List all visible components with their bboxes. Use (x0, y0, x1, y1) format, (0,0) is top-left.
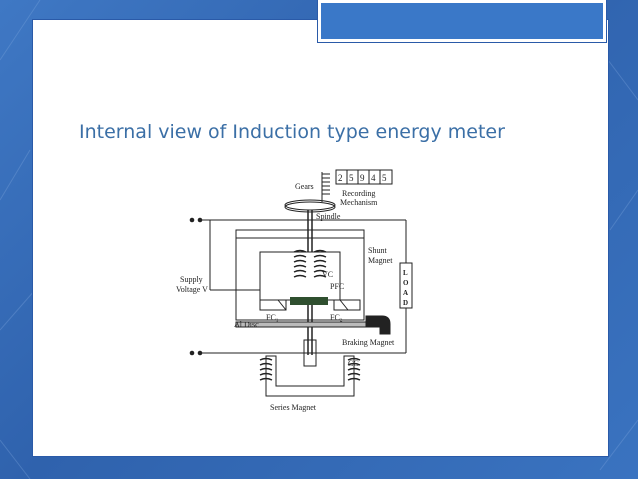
svg-text:A: A (403, 289, 408, 297)
label-gears: Gears (295, 182, 314, 191)
label-series-magnet: Series Magnet (270, 403, 317, 412)
label-vc: VC (322, 270, 333, 279)
label-magnet: Magnet (368, 256, 393, 265)
slide-title: Internal view of Induction type energy m… (79, 121, 505, 143)
svg-text:5: 5 (349, 173, 354, 183)
label-mechanism: Mechanism (340, 198, 378, 207)
supply-terminal-bottom (197, 350, 203, 356)
svg-text:5: 5 (382, 173, 387, 183)
svg-text:2: 2 (338, 173, 343, 183)
label-supply: Supply (180, 275, 203, 284)
label-voltage: Voltage V (176, 285, 208, 294)
label-al-disc: Al Disc (234, 320, 259, 329)
svg-text:4: 4 (371, 173, 376, 183)
supply-terminal-top (197, 217, 203, 223)
energy-meter-diagram: Gears 2 5 9 4 5 Recording Mechanism Spin… (176, 169, 413, 412)
label-spindle: Spindle (316, 212, 341, 221)
svg-text:O: O (403, 279, 409, 287)
svg-text:L: L (403, 269, 408, 277)
label-shunt: Shunt (368, 246, 387, 255)
label-cc: CC (348, 359, 359, 368)
label-recording: Recording (342, 189, 375, 198)
label-fc1: FC₁ (266, 313, 279, 322)
pfc-band (290, 297, 328, 305)
label-braking-magnet: Braking Magnet (342, 338, 395, 347)
label-pfc: PFC (330, 282, 344, 291)
label-fc2: FC₂ (330, 313, 343, 322)
svg-text:9: 9 (360, 173, 365, 183)
svg-text:D: D (403, 299, 408, 307)
header-accent-box (318, 0, 606, 42)
